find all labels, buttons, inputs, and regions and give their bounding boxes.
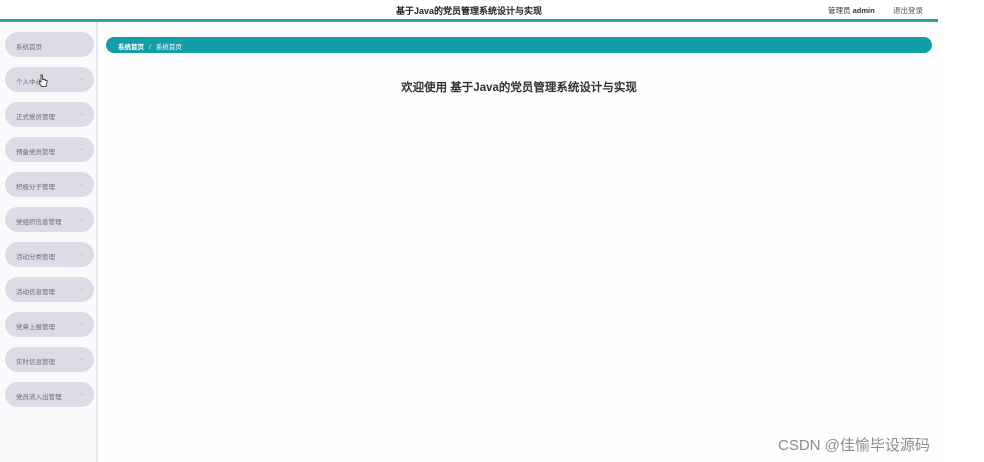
chevron-down-icon: ⌄	[78, 146, 84, 152]
sidebar-item-label: 系统首页	[16, 44, 42, 51]
sidebar-item-activity-categories[interactable]: 活动分类管理 ⌄	[5, 242, 94, 267]
sidebar-item-formal-members[interactable]: 正式党员管理 ⌄	[5, 102, 94, 127]
sidebar-item-home[interactable]: 系统首页	[5, 32, 94, 57]
sidebar-item-label: 正式党员管理	[16, 114, 55, 121]
sidebar-item-label: 积极分子管理	[16, 184, 55, 191]
app-title: 基于Java的党员管理系统设计与实现	[395, 6, 543, 16]
sidebar-item-member-transfer[interactable]: 党员流入出管理 ⌄	[5, 382, 94, 407]
sidebar-item-realtime-info[interactable]: 实时信息管理 ⌄	[5, 347, 94, 372]
chevron-down-icon: ⌄	[78, 216, 84, 222]
sidebar-item-label: 预备党员管理	[16, 149, 55, 156]
sidebar-item-profile[interactable]: 个人中心 ⌄	[5, 67, 94, 92]
sidebar-item-organization-info[interactable]: 党组织信息管理 ⌄	[5, 207, 94, 232]
sidebar-item-label: 党组织信息管理	[16, 219, 62, 226]
chevron-down-icon: ⌄	[78, 356, 84, 362]
sidebar: 系统首页 个人中心 ⌄ 正式党员管理 ⌄ 预备党员管理 ⌄ 积极分子管理 ⌄ 党…	[0, 22, 98, 462]
chevron-down-icon: ⌄	[78, 76, 84, 82]
username: admin	[852, 6, 875, 15]
sidebar-item-label: 实时信息管理	[16, 359, 55, 366]
app-window: 基于Java的党员管理系统设计与实现 管理员 admin 退出登录 系统首页 个…	[0, 0, 984, 462]
sidebar-item-probationary-members[interactable]: 预备党员管理 ⌄	[5, 137, 94, 162]
sidebar-item-label: 活动信息管理	[16, 289, 55, 296]
chevron-down-icon: ⌄	[78, 321, 84, 327]
welcome-heading: 欢迎使用 基于Java的党员管理系统设计与实现	[401, 82, 637, 94]
breadcrumb-current: 系统首页	[155, 44, 182, 51]
logout-link[interactable]: 退出登录	[893, 5, 923, 16]
breadcrumb: 系统首页 / 系统首页	[106, 37, 932, 53]
csdn-watermark: CSDN @佳愉毕设源码	[778, 437, 930, 454]
hand-cursor-icon	[38, 74, 48, 87]
breadcrumb-separator: /	[149, 44, 151, 51]
chevron-down-icon: ⌄	[78, 181, 84, 187]
user-info: 管理员 admin	[828, 5, 875, 16]
sidebar-item-label: 党员流入出管理	[16, 394, 62, 401]
chevron-down-icon: ⌄	[78, 286, 84, 292]
chevron-down-icon: ⌄	[78, 391, 84, 397]
sidebar-item-label: 党章上报管理	[16, 324, 55, 331]
sidebar-item-charter-reports[interactable]: 党章上报管理 ⌄	[5, 312, 94, 337]
breadcrumb-home-link[interactable]: 系统首页	[118, 44, 144, 51]
chevron-down-icon: ⌄	[78, 251, 84, 257]
chevron-down-icon: ⌄	[78, 111, 84, 117]
role-label: 管理员	[828, 6, 851, 15]
main-content: 系统首页 / 系统首页 欢迎使用 基于Java的党员管理系统设计与实现	[100, 22, 938, 462]
sidebar-item-activists[interactable]: 积极分子管理 ⌄	[5, 172, 94, 197]
sidebar-item-activity-info[interactable]: 活动信息管理 ⌄	[5, 277, 94, 302]
top-header: 基于Java的党员管理系统设计与实现 管理员 admin 退出登录	[0, 0, 938, 20]
sidebar-item-label: 活动分类管理	[16, 254, 55, 261]
